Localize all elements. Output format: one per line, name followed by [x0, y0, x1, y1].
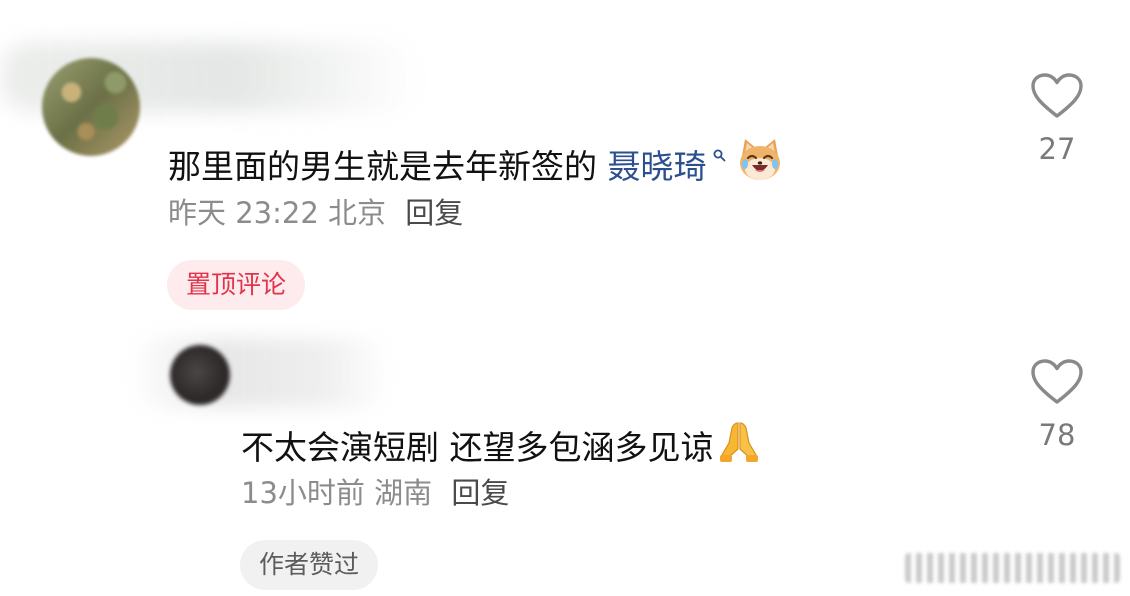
username-blurred [130, 338, 390, 408]
comment-text: 那里面的男生就是去年新签的 聂晓琦 [168, 130, 784, 187]
avatar[interactable] [170, 345, 230, 405]
comment-time: 13小时前 [241, 476, 365, 510]
comment-body: 不太会演短剧 还望多包涵多见谅 [241, 428, 714, 467]
praying-hands-emoji [718, 419, 760, 463]
author-liked-badge: 作者赞过 [240, 540, 379, 590]
comment-body: 那里面的男生就是去年新签的 [168, 147, 608, 186]
heart-outline-icon[interactable] [1030, 358, 1084, 406]
laughing-dog-emoji [736, 136, 784, 184]
like-count: 78 [1038, 418, 1076, 452]
like-button[interactable]: 27 [1027, 72, 1087, 166]
comment-location: 北京 [328, 196, 387, 230]
comment-text: 不太会演短剧 还望多包涵多见谅 [241, 415, 760, 468]
comment-location: 湖南 [374, 476, 433, 510]
comment-time: 昨天 23:22 [168, 196, 319, 230]
mention-link[interactable]: 聂晓琦 [608, 147, 707, 186]
reply-button[interactable]: 回复 [405, 196, 463, 230]
watermark-blurred [905, 553, 1120, 583]
reply-button[interactable]: 回复 [451, 476, 509, 510]
comment-list: 那里面的男生就是去年新签的 聂晓琦 昨天 23:22 北京 回复 置顶评论 27… [0, 0, 1130, 596]
comment-meta: 13小时前 湖南 回复 [241, 476, 509, 510]
like-count: 27 [1038, 132, 1076, 166]
avatar[interactable] [42, 58, 140, 156]
comment-meta: 昨天 23:22 北京 回复 [168, 196, 463, 230]
search-icon[interactable] [713, 149, 726, 162]
like-button[interactable]: 78 [1027, 358, 1087, 452]
heart-outline-icon[interactable] [1030, 72, 1084, 120]
pinned-comment-badge: 置顶评论 [167, 260, 306, 310]
